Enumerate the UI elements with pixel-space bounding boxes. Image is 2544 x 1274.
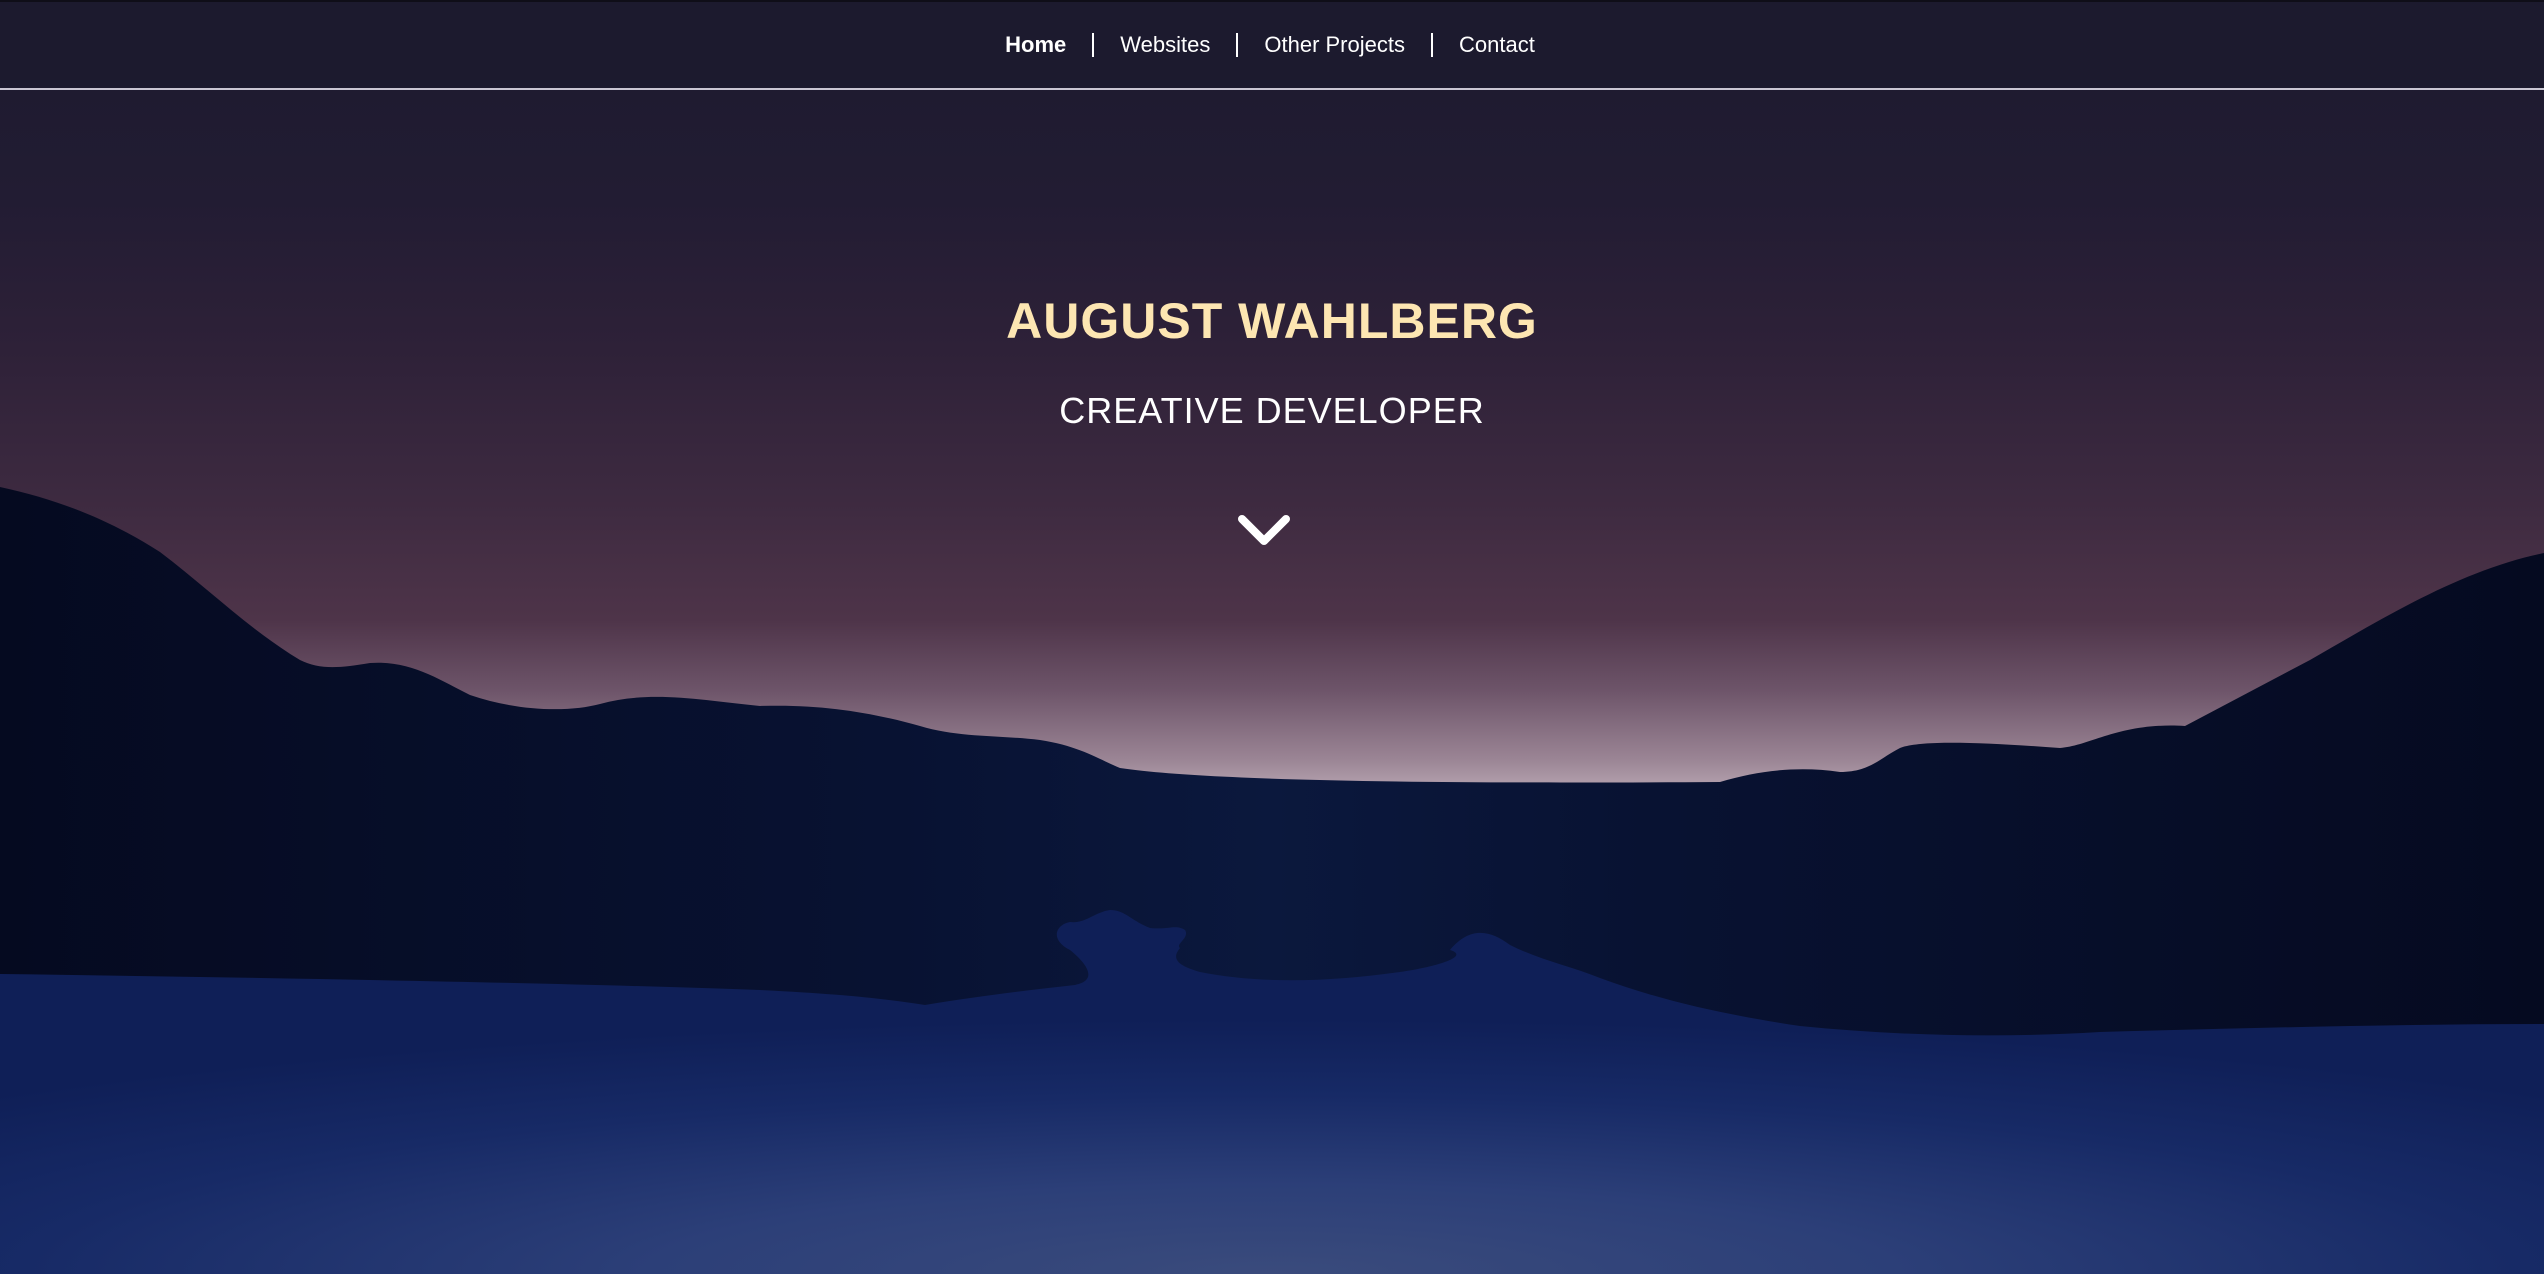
top-navigation-bar: Home Websites Other Projects Contact xyxy=(0,0,2544,90)
nav-link-home[interactable]: Home xyxy=(979,31,1092,59)
nav-menu: Home Websites Other Projects Contact xyxy=(979,31,1561,59)
nav-link-other-projects[interactable]: Other Projects xyxy=(1238,31,1431,59)
nav-link-websites[interactable]: Websites xyxy=(1094,31,1236,59)
hero-role-subheading: CREATIVE DEVELOPER xyxy=(1059,390,1485,431)
landscape-illustration xyxy=(0,487,2544,1274)
hero-name-heading: AUGUST WAHLBERG xyxy=(1006,293,1538,349)
landing-page: Home Websites Other Projects Contact AUG… xyxy=(0,0,2544,1274)
nav-link-contact[interactable]: Contact xyxy=(1433,31,1561,59)
chevron-down-icon[interactable] xyxy=(1237,512,1291,552)
